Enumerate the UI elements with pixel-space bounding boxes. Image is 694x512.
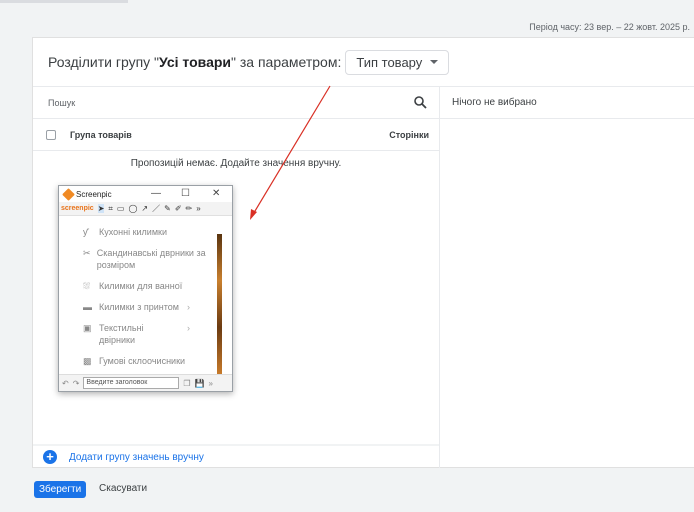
red-arrow-annotation [250, 85, 331, 220]
